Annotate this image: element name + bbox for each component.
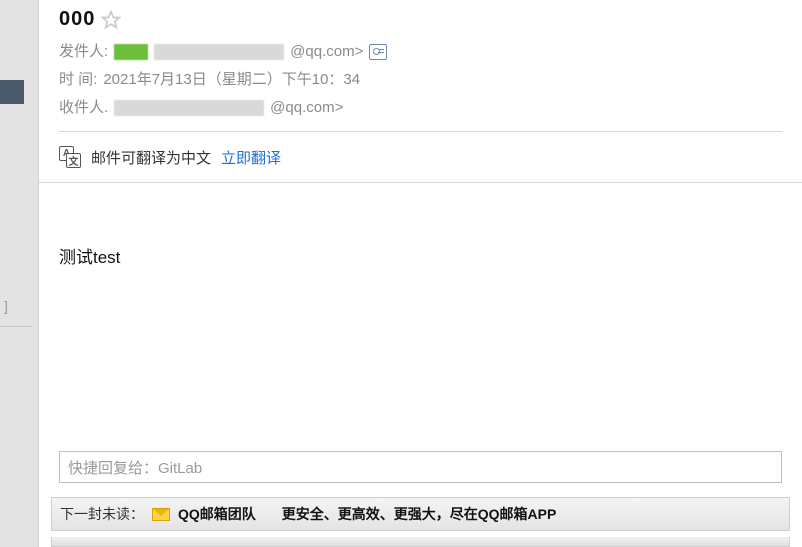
to-redacted — [114, 100, 264, 116]
mail-body-text: 测试test — [59, 243, 782, 268]
mail-header: 000 发件人: @qq.com> 时 间: 2021年7月13日（星期二）下午… — [39, 0, 802, 132]
from-row: 发件人: @qq.com> — [59, 41, 782, 63]
mail-body: 测试test — [39, 183, 802, 451]
left-sidebar-sliver: ] — [0, 0, 38, 547]
next-unread-title: 更安全、更高效、更强大，尽在QQ邮箱APP — [282, 504, 557, 524]
next-unread-sender: QQ邮箱团队 — [178, 504, 256, 524]
from-email-suffix: @qq.com> — [290, 41, 363, 63]
contact-card-icon[interactable] — [369, 44, 387, 60]
sidebar-hint: ] — [4, 298, 8, 314]
next-unread-label: 下一封未读： — [60, 504, 144, 524]
to-email-suffix: @qq.com> — [270, 97, 343, 119]
from-redacted-2 — [154, 44, 284, 60]
mail-read-pane: 000 发件人: @qq.com> 时 间: 2021年7月13日（星期二）下午… — [38, 0, 802, 547]
from-redacted-1 — [114, 44, 148, 60]
date-label: 时 间: — [59, 69, 97, 91]
subject-row: 000 — [59, 8, 782, 31]
translate-bar: A 文 邮件可翻译为中文 立即翻译 — [39, 132, 802, 183]
next-unread-bar[interactable]: 下一封未读： QQ邮箱团队 更安全、更高效、更强大，尽在QQ邮箱APP — [51, 497, 790, 531]
mail-subject: 000 — [59, 8, 95, 31]
translate-link[interactable]: 立即翻译 — [221, 147, 281, 168]
quick-reply-placeholder: 快捷回复给：GitLab — [68, 457, 202, 478]
sidebar-divider — [0, 326, 32, 327]
from-label: 发件人: — [59, 41, 108, 63]
to-row: 收件人. @qq.com> — [59, 97, 782, 119]
star-icon[interactable] — [101, 10, 121, 30]
envelope-icon — [152, 508, 170, 521]
bottom-toolbar-sliver — [51, 537, 790, 547]
translate-text: 邮件可翻译为中文 — [91, 147, 211, 168]
sidebar-selected-indicator — [0, 80, 24, 104]
date-row: 时 间: 2021年7月13日（星期二）下午10：34 — [59, 69, 782, 91]
translate-icon: A 文 — [59, 146, 81, 168]
date-value: 2021年7月13日（星期二）下午10：34 — [103, 69, 360, 91]
quick-reply-input[interactable]: 快捷回复给：GitLab — [59, 451, 782, 483]
to-label: 收件人. — [59, 97, 108, 119]
